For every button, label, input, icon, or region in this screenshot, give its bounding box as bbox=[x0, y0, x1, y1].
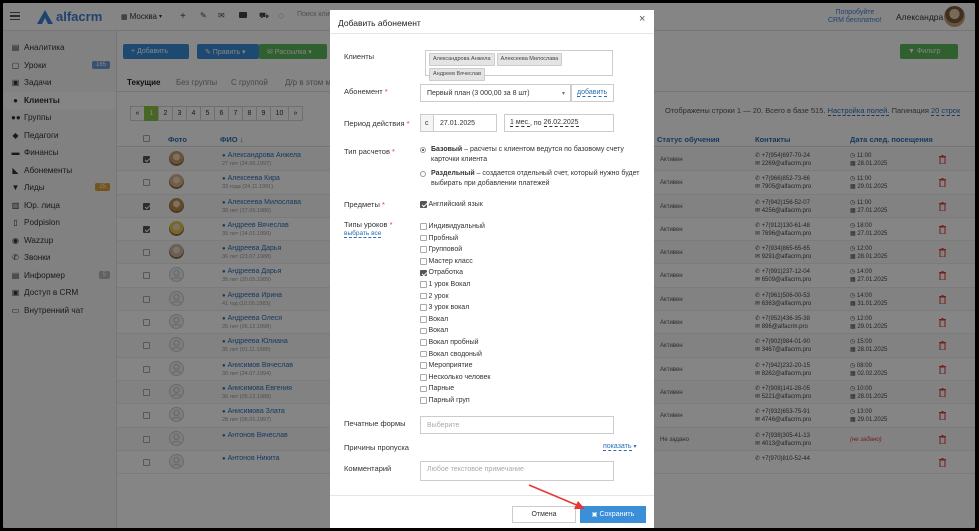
period-from-input[interactable]: 27.01.2025 bbox=[433, 114, 497, 132]
subjects-label: Предметы * bbox=[344, 200, 385, 209]
lesson-type-checkbox[interactable]: Мастер класс bbox=[420, 258, 473, 265]
period-duration-input[interactable]: 1 мес., по 26.02.2025 bbox=[504, 114, 614, 132]
modal-title: Добавить абонемент bbox=[338, 18, 421, 28]
annotation-arrow-icon bbox=[528, 484, 585, 509]
clients-label: Клиенты bbox=[344, 52, 375, 61]
period-label: Период действия * bbox=[344, 119, 410, 128]
lesson-type-checkbox[interactable]: Мероприятие bbox=[420, 362, 472, 369]
checkbox bbox=[420, 269, 427, 277]
calc-type-label: Тип расчетов * bbox=[344, 147, 395, 156]
lesson-type-checkbox[interactable]: Вокал сводоный bbox=[420, 351, 482, 358]
checkbox bbox=[420, 223, 427, 230]
subscription-select[interactable]: Первый план (3 000,00 за 8 шт) ▾ bbox=[420, 84, 571, 102]
close-icon[interactable]: × bbox=[639, 13, 645, 25]
lesson-type-checkbox[interactable]: Парный груп bbox=[420, 397, 470, 404]
client-tag[interactable]: Александрова Анжела bbox=[429, 53, 495, 66]
lesson-type-checkbox[interactable]: Несколько человек bbox=[420, 374, 491, 381]
lesson-type-checkbox[interactable]: Индивидуальный bbox=[420, 223, 485, 230]
lesson-type-checkbox[interactable]: 3 урок вокал bbox=[420, 304, 469, 311]
checkbox bbox=[420, 374, 427, 381]
lesson-type-checkbox[interactable]: 1 урок Вокал bbox=[420, 281, 470, 288]
app-window: alfacrm ▦ Москва ▾ + ✎ ✉ ⛟ ◇ Поиск клие … bbox=[3, 3, 975, 528]
lesson-type-checkbox[interactable]: Вокал bbox=[420, 316, 448, 323]
checkbox bbox=[420, 292, 427, 300]
checkbox bbox=[420, 385, 427, 393]
lesson-type-checkbox[interactable]: Парные bbox=[420, 385, 454, 392]
save-button[interactable]: ▣ Сохранить bbox=[580, 506, 646, 523]
checkbox bbox=[420, 350, 427, 358]
subscription-label: Абонемент * bbox=[344, 87, 388, 96]
clients-field[interactable]: Александрова Анжела Алексеева Милослава Ан… bbox=[425, 50, 613, 81]
checkbox bbox=[420, 304, 427, 311]
checkbox bbox=[420, 339, 427, 346]
chevron-down-icon: ▾ bbox=[561, 90, 565, 97]
lesson-type-checkbox[interactable]: Пробный bbox=[420, 235, 458, 242]
absence-reasons-label: Причины пропуска bbox=[344, 443, 409, 452]
checkbox bbox=[420, 258, 427, 265]
checkbox bbox=[420, 397, 427, 404]
checkbox bbox=[420, 234, 427, 242]
calc-base-radio[interactable] bbox=[420, 147, 426, 153]
checkbox bbox=[420, 362, 427, 369]
select-all-link[interactable]: выбрать все bbox=[344, 230, 382, 238]
checkbox bbox=[420, 281, 427, 288]
lesson-types-label: Типы уроков * bbox=[344, 220, 393, 229]
floppy-icon: ▣ bbox=[591, 512, 598, 518]
modal-header: Добавить абонемент × bbox=[330, 10, 654, 34]
calc-separate-radio[interactable] bbox=[420, 171, 426, 177]
client-tag[interactable]: Алексеева Милослава bbox=[496, 53, 563, 66]
lesson-type-checkbox[interactable]: 2 урок bbox=[420, 293, 449, 300]
lesson-type-checkbox[interactable]: Групповой bbox=[420, 246, 462, 253]
lesson-type-checkbox[interactable]: Вокал пробный bbox=[420, 339, 479, 346]
comment-textarea[interactable]: Любое текстовое примечание bbox=[420, 461, 614, 481]
comment-label: Комментарий bbox=[344, 464, 392, 473]
checkbox bbox=[420, 316, 427, 323]
print-forms-label: Печатные формы bbox=[344, 419, 406, 428]
add-subscription-link[interactable]: добавить bbox=[571, 84, 614, 102]
absence-show-link[interactable]: показать ▾ bbox=[603, 443, 637, 451]
checkbox bbox=[420, 246, 427, 253]
modal-footer: Отмена ▣ Сохранить bbox=[330, 495, 654, 528]
checkbox bbox=[420, 327, 427, 335]
print-forms-select[interactable]: Выберите bbox=[420, 416, 614, 434]
add-subscription-modal: Добавить абонемент × Клиенты Александров… bbox=[330, 10, 654, 528]
lesson-type-checkbox[interactable]: Отработка bbox=[420, 269, 463, 276]
period-from-prefix: с bbox=[420, 114, 434, 132]
calc-base-text: Базовый – расчеты с клиентом ведутся по … bbox=[431, 146, 624, 163]
lesson-type-checkbox[interactable]: Вокал bbox=[420, 327, 448, 334]
chevron-down-icon: ▾ bbox=[633, 444, 637, 450]
calc-separate-text: Раздельный – создается отдельный счет, к… bbox=[431, 170, 640, 187]
subject-checkbox[interactable]: Английский язык bbox=[420, 201, 483, 208]
client-tag[interactable]: Андреев Вячеслав bbox=[429, 68, 485, 81]
